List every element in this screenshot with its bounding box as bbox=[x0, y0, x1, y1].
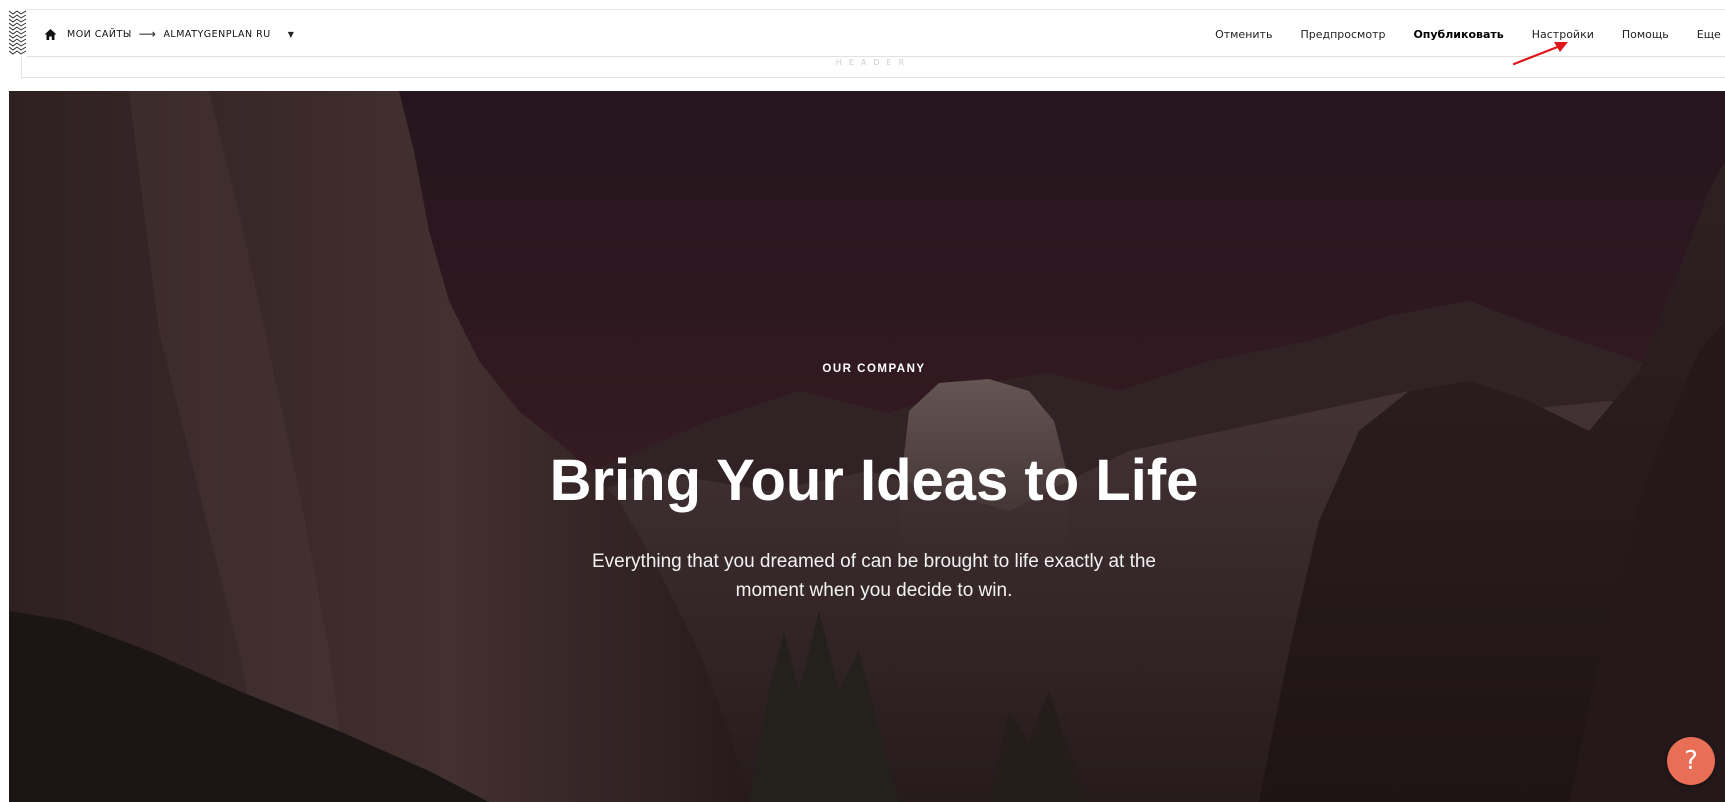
help-question-icon[interactable]: ? bbox=[1667, 737, 1715, 785]
caret-down-icon[interactable]: ▼ bbox=[288, 30, 295, 39]
hero-title: Bring Your Ideas to Life bbox=[549, 448, 1199, 513]
hero-section[interactable]: OUR COMPANY Bring Your Ideas to Life Eve… bbox=[9, 91, 1725, 802]
hero-content: OUR COMPANY Bring Your Ideas to Life Eve… bbox=[9, 91, 1725, 802]
breadcrumb-site-name[interactable]: ALMATYGENPLAN RU bbox=[163, 29, 270, 40]
more-menu[interactable]: Еще▼ bbox=[1697, 28, 1725, 41]
header-section-placeholder[interactable]: HEADER bbox=[21, 57, 1725, 78]
help-menu-item[interactable]: Помощь bbox=[1622, 28, 1669, 41]
hero-eyebrow: OUR COMPANY bbox=[822, 363, 926, 375]
editor-canvas: МОИ САЙТЫ ⟶ ALMATYGENPLAN RU ▼ Отменить … bbox=[0, 0, 1725, 802]
settings-button[interactable]: Настройки bbox=[1532, 28, 1594, 41]
toolbar-menu: Отменить Предпросмотр Опубликовать Настр… bbox=[1187, 10, 1725, 58]
editor-toolbar: МОИ САЙТЫ ⟶ ALMATYGENPLAN RU ▼ Отменить … bbox=[27, 9, 1725, 57]
breadcrumb-my-sites[interactable]: МОИ САЙТЫ bbox=[67, 29, 132, 40]
zigzag-pattern-icon bbox=[9, 10, 26, 55]
more-menu-label: Еще bbox=[1696, 27, 1721, 41]
breadcrumb: МОИ САЙТЫ ⟶ ALMATYGENPLAN RU ▼ bbox=[44, 10, 294, 58]
breadcrumb-separator: ⟶ bbox=[138, 27, 157, 41]
cancel-button[interactable]: Отменить bbox=[1215, 28, 1272, 41]
hero-subtitle: Everything that you dreamed of can be br… bbox=[591, 551, 1156, 601]
header-section-label: HEADER bbox=[835, 58, 912, 67]
publish-button[interactable]: Опубликовать bbox=[1413, 28, 1503, 41]
preview-button[interactable]: Предпросмотр bbox=[1300, 28, 1385, 41]
home-icon[interactable] bbox=[44, 27, 58, 41]
